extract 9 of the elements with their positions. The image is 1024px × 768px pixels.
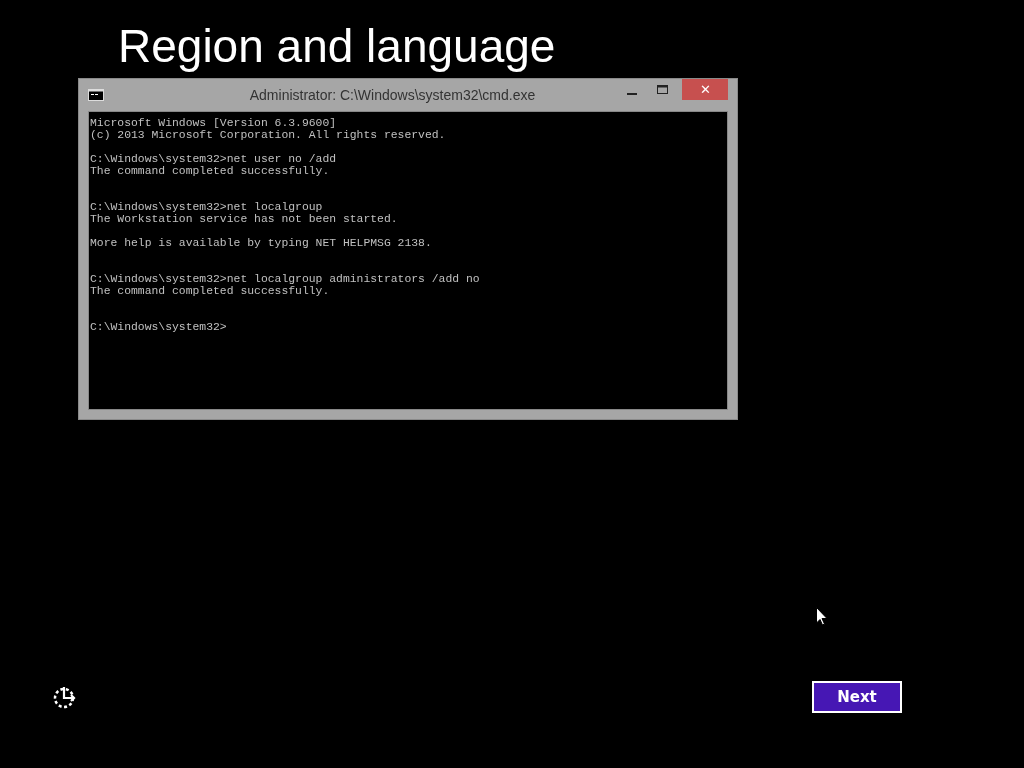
console-icon (88, 89, 104, 101)
mouse-pointer-icon (816, 607, 828, 626)
next-button[interactable]: Next (812, 681, 902, 713)
close-button[interactable]: ✕ (682, 79, 728, 100)
ease-of-access-icon[interactable] (52, 684, 78, 710)
window-title: Administrator: C:\Windows\system32\cmd.exe (248, 87, 537, 103)
page-heading: Region and language (117, 19, 557, 73)
maximize-icon[interactable] (657, 85, 668, 94)
console-output: Microsoft Windows [Version 6.3.9600] (c) 2013 Microsoft Corporation. All rights reserved. C:\Windows\system32>net user no /add The command completed successfully. C:\Windows\system32>net localgroup The Workstation service has not been started. More help is available by typing NET HELPMSG 2138. C:\Windows\system32>net localgroup administrators /add no The command completed successfully. C:\Windows\system32> (88, 111, 728, 410)
